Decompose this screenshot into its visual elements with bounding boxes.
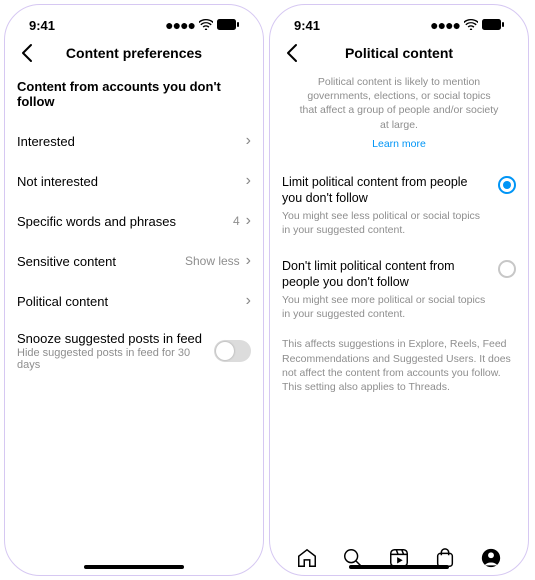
row-label: Not interested (17, 174, 98, 189)
option-sub: You might see less political or social t… (282, 209, 488, 237)
row-sublabel: Hide suggested posts in feed for 30 days (17, 347, 214, 371)
row-snooze: Snooze suggested posts in feed Hide sugg… (17, 321, 251, 381)
row-specific-words[interactable]: Specific words and phrases 4 › (17, 201, 251, 241)
row-label: Sensitive content (17, 254, 116, 269)
back-button[interactable] (19, 43, 33, 69)
row-label: Snooze suggested posts in feed (17, 331, 214, 346)
learn-more-link[interactable]: Learn more (282, 138, 516, 164)
wifi-icon (199, 17, 213, 33)
snooze-toggle[interactable] (214, 340, 251, 362)
option-title: Don't limit political content from peopl… (282, 258, 488, 291)
status-time: 9:41 (29, 18, 55, 33)
tab-profile[interactable] (480, 547, 502, 569)
profile-icon (480, 547, 502, 569)
content-area: Content from accounts you don't follow I… (5, 73, 263, 575)
row-interested[interactable]: Interested › (17, 121, 251, 161)
chevron-right-icon: › (246, 292, 251, 310)
chevron-left-icon (19, 43, 33, 63)
option-sub: You might see more political or social t… (282, 293, 488, 321)
section-title: Content from accounts you don't follow (17, 73, 251, 121)
row-sensitive-content[interactable]: Sensitive content Show less › (17, 241, 251, 281)
tab-bar (270, 537, 528, 575)
option-dont-limit[interactable]: Don't limit political content from peopl… (282, 248, 516, 332)
status-bar: 9:41 ●●●● (5, 5, 263, 37)
phone-political-content: 9:41 ●●●● Political content Political co… (269, 4, 529, 576)
header: Political content (270, 37, 528, 73)
home-indicator (84, 565, 184, 569)
header: Content preferences (5, 37, 263, 73)
option-title: Limit political content from people you … (282, 174, 488, 207)
row-value: 4 (233, 214, 240, 228)
chevron-right-icon: › (246, 212, 251, 230)
tab-home[interactable] (296, 547, 318, 569)
battery-icon (482, 17, 504, 33)
status-indicators: ●●●● (165, 17, 239, 33)
chevron-right-icon: › (246, 132, 251, 150)
status-bar: 9:41 ●●●● (270, 5, 528, 37)
status-time: 9:41 (294, 18, 320, 33)
row-label: Specific words and phrases (17, 214, 176, 229)
signal-icon: ●●●● (165, 17, 195, 33)
home-indicator (349, 565, 449, 569)
back-button[interactable] (284, 43, 298, 69)
description: Political content is likely to mention g… (282, 73, 516, 138)
page-title: Content preferences (66, 45, 202, 61)
chevron-left-icon (284, 43, 298, 63)
status-indicators: ●●●● (430, 17, 504, 33)
row-not-interested[interactable]: Not interested › (17, 161, 251, 201)
footnote: This affects suggestions in Explore, Ree… (282, 331, 516, 400)
row-political-content[interactable]: Political content › (17, 281, 251, 321)
signal-icon: ●●●● (430, 17, 460, 33)
wifi-icon (464, 17, 478, 33)
radio-button[interactable] (498, 260, 516, 278)
row-label: Interested (17, 134, 75, 149)
row-value: Show less (185, 254, 240, 268)
option-limit[interactable]: Limit political content from people you … (282, 164, 516, 248)
content-area: Political content is likely to mention g… (270, 73, 528, 537)
chevron-right-icon: › (246, 172, 251, 190)
radio-button-selected[interactable] (498, 176, 516, 194)
phone-content-preferences: 9:41 ●●●● Content preferences Content fr… (4, 4, 264, 576)
home-icon (296, 547, 318, 569)
row-label: Political content (17, 294, 108, 309)
chevron-right-icon: › (246, 252, 251, 270)
battery-icon (217, 17, 239, 33)
page-title: Political content (345, 45, 453, 61)
